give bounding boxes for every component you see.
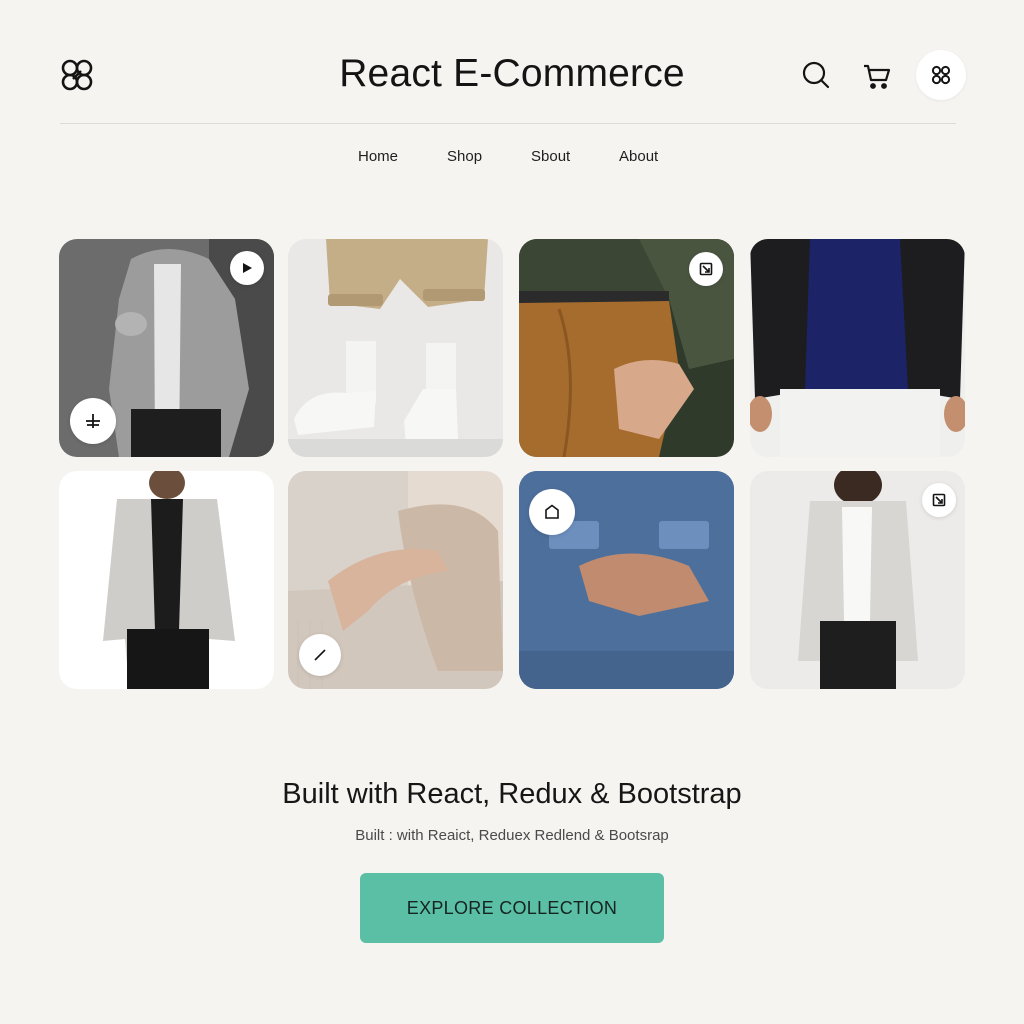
plus-icon[interactable] [70,398,116,444]
product-image [59,471,274,689]
hero-subline: Built : with Reaict, Reduex Redlend & Bo… [355,827,669,844]
product-card[interactable] [519,239,734,457]
product-card[interactable] [750,471,965,689]
product-card[interactable] [288,239,503,457]
cart-icon[interactable] [860,60,894,92]
nav-item-home[interactable]: Home [358,148,398,165]
grid-icon[interactable] [916,50,966,100]
search-icon[interactable] [800,58,832,92]
product-card[interactable] [59,471,274,689]
slash-icon[interactable] [299,634,341,676]
site-header: React E-Commerce [0,0,1024,124]
product-image [750,239,965,457]
explore-collection-button[interactable]: EXPLORE COLLECTION [360,873,664,943]
product-card[interactable] [59,239,274,457]
expand-icon[interactable] [922,483,956,517]
header-divider [60,123,956,124]
nav-item-shop[interactable]: Shop [447,148,482,165]
main-nav: Home Shop Sbout About [0,146,1024,170]
product-card[interactable] [750,239,965,457]
product-card[interactable] [288,471,503,689]
tag-icon[interactable] [529,489,575,535]
product-image [288,239,503,457]
nav-item-sbout[interactable]: Sbout [531,148,570,165]
expand-icon[interactable] [689,252,723,286]
product-card[interactable] [519,471,734,689]
nav-item-about[interactable]: About [619,148,658,165]
play-icon[interactable] [230,251,264,285]
hero-headline: Built with React, Redux & Bootstrap [282,778,742,810]
